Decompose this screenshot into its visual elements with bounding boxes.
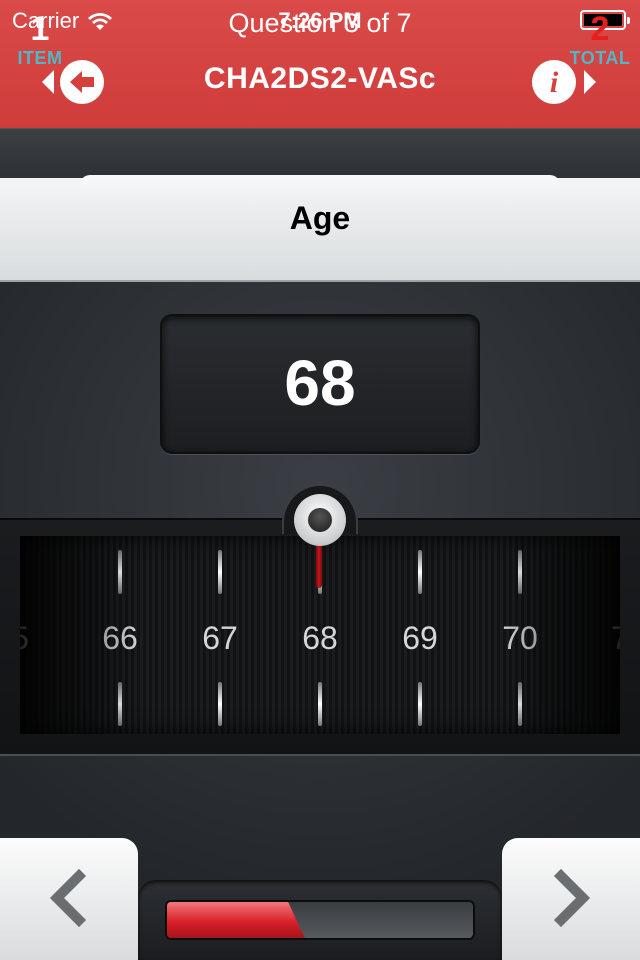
item-count: 1	[30, 10, 50, 48]
total-counter: 2 TOTAL	[560, 10, 640, 69]
dial-tick-mark	[118, 550, 122, 594]
dial-tick-label: 7	[611, 620, 620, 656]
dial-knob-icon	[294, 494, 346, 546]
dial-tick-mark	[518, 550, 522, 594]
total-label: TOTAL	[569, 48, 631, 68]
dial-tick-label: 67	[202, 620, 238, 656]
dial-tick-mark	[318, 682, 322, 726]
dial-tick-label: 68	[302, 620, 338, 656]
previous-button[interactable]	[0, 838, 138, 960]
dial-tick-mark	[418, 682, 422, 726]
dial-tick-mark	[518, 682, 522, 726]
item-label: ITEM	[17, 48, 63, 68]
progress-fill	[167, 902, 305, 938]
chevron-left-icon	[49, 868, 87, 928]
dial-tick-mark	[218, 682, 222, 726]
dial-tick-label: 70	[502, 620, 538, 656]
svg-text:i: i	[550, 66, 559, 99]
item-counter: 1 ITEM	[0, 10, 80, 69]
chevron-right-icon	[553, 868, 591, 928]
selected-value: 68	[284, 347, 356, 419]
progress-bar	[165, 900, 475, 940]
dial-tick-label: 69	[402, 620, 438, 656]
question-progress: Question 3 of 7	[228, 8, 412, 38]
dial-tick-label: 66	[102, 620, 138, 656]
dial-tick-label: 5	[20, 620, 60, 657]
total-count: 2	[590, 10, 610, 48]
question-title: Age	[289, 200, 351, 236]
dial-tick-mark	[218, 550, 222, 594]
next-button[interactable]	[502, 838, 640, 960]
dial-tick-mark	[118, 682, 122, 726]
dial-tick-mark	[418, 550, 422, 594]
